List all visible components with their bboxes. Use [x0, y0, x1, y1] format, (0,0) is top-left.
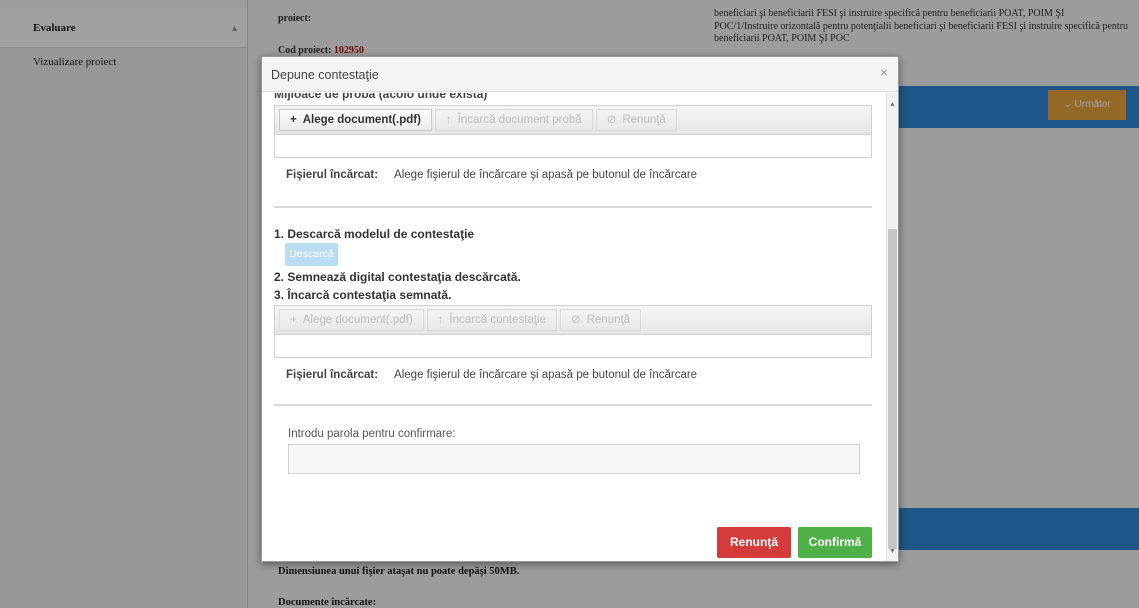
upload-drop-area[interactable] — [274, 134, 872, 158]
step-sign-label: 2. Semnează digital contestaţia descărca… — [274, 270, 521, 284]
uploader-toolbar: + Alege document(.pdf) ↑ Încarcă document … — [274, 105, 872, 134]
ban-icon: ⊘ — [570, 314, 581, 326]
close-icon[interactable]: × — [880, 64, 888, 80]
uploaded-file-hint: Alege fişierul de încărcare şi apasă pe … — [394, 169, 698, 181]
choose-document-button[interactable]: + Alege document(.pdf) — [279, 109, 432, 131]
plus-icon: + — [290, 314, 297, 326]
ban-icon: ⊘ — [606, 114, 617, 126]
scroll-up-icon[interactable]: ▲ — [889, 101, 896, 108]
choose-document-label: Alege document(.pdf) — [302, 314, 413, 326]
modal-title: Depune contestaţie — [271, 68, 379, 82]
choose-document-button[interactable]: + Alege document(.pdf) — [279, 309, 424, 331]
download-template-button[interactable]: Descarcă — [285, 243, 338, 266]
scroll-down-icon[interactable]: ▼ — [889, 548, 896, 555]
upload-icon: ↑ — [445, 114, 452, 126]
upload-contestation-label: Încarcă contestaţie — [449, 314, 546, 326]
cancel-button[interactable]: Renunţă — [717, 527, 791, 558]
modal-header: Depune contestaţie × — [262, 57, 898, 92]
evidence-label: Mijloace de probă (acolo unde există) — [274, 93, 488, 101]
upload-contestation-button[interactable]: ↑ Încarcă contestaţie — [426, 309, 557, 331]
uploaded-file-row: Fişierul încărcat: Alege fişierul de încă… — [286, 369, 697, 381]
step-upload-label: 3. Încarcă contestaţia semnată. — [274, 288, 452, 302]
modal-scrollbar[interactable]: ▲ ▼ — [886, 93, 898, 561]
cancel-upload-label: Renunţă — [586, 314, 631, 326]
uploaded-file-label: Fişierul încărcat: — [286, 369, 379, 381]
choose-document-label: Alege document(.pdf) — [302, 114, 421, 126]
upload-evidence-button[interactable]: ↑ Încarcă document probă — [434, 109, 593, 131]
upload-icon: ↑ — [437, 314, 444, 326]
cancel-upload-button[interactable]: ⊘ Renunţă — [595, 109, 677, 131]
uploaded-file-row: Fişierul încărcat: Alege fişierul de încă… — [286, 169, 697, 181]
upload-drop-area[interactable] — [274, 334, 872, 358]
evidence-uploader: + Alege document(.pdf) ↑ Încarcă document … — [274, 105, 872, 158]
step-download-label: 1. Descarcă modelul de contestaţie — [274, 227, 475, 241]
confirm-button[interactable]: Confirmă — [798, 527, 872, 558]
contestation-uploader: + Alege document(.pdf) ↑ Încarcă contestaţ… — [274, 305, 872, 358]
uploader-toolbar: + Alege document(.pdf) ↑ Încarcă contestaţ… — [274, 305, 872, 334]
modal-body: Mijloace de probă (acolo unde există) + A… — [262, 93, 887, 561]
plus-icon: + — [290, 114, 297, 126]
scrollbar-thumb[interactable] — [888, 229, 897, 549]
section-divider — [274, 404, 872, 406]
upload-evidence-label: Încarcă document probă — [457, 114, 582, 126]
contestation-modal: Depune contestaţie × Mijloace de probă (… — [261, 56, 899, 562]
uploaded-file-hint: Alege fişierul de încărcare şi apasă pe … — [394, 369, 698, 381]
cancel-upload-button[interactable]: ⊘ Renunţă — [559, 309, 642, 331]
section-divider — [274, 206, 872, 208]
cancel-upload-label: Renunţă — [622, 114, 666, 126]
password-input[interactable] — [288, 444, 860, 474]
password-label: Introdu parola pentru confirmare: — [288, 428, 456, 440]
uploaded-file-label: Fişierul încărcat: — [286, 169, 379, 181]
